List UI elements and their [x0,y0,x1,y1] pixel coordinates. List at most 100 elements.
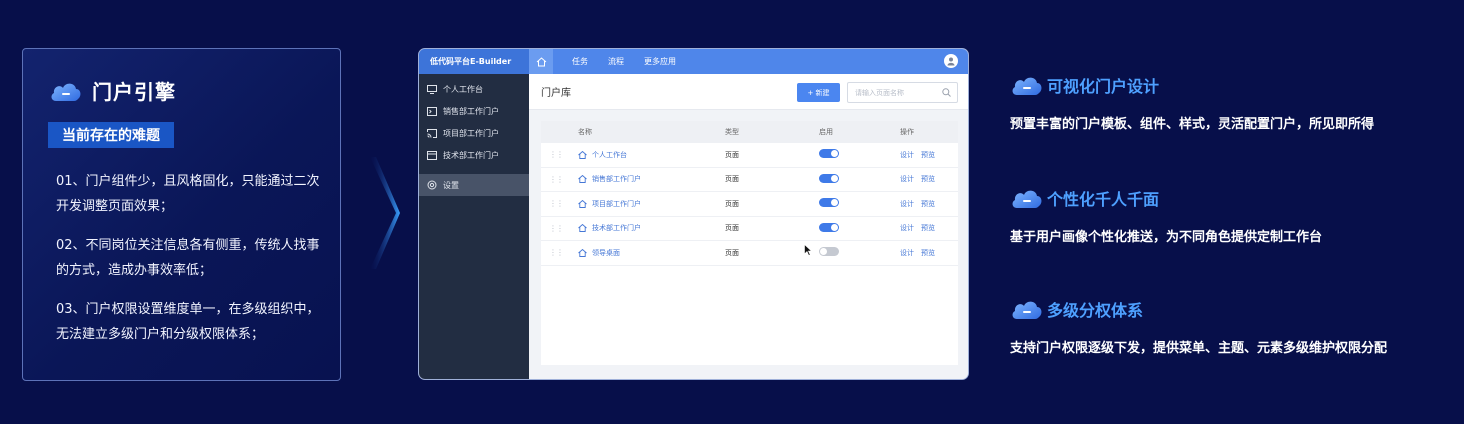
row-name[interactable]: 销售部工作门户 [578,174,641,184]
table-row[interactable]: ⋮⋮ 技术部工作门户 页面 设计 预览 [541,217,958,241]
main-content: 门户库 + 新建 请输入页面名称 名称 类型 启用 操作 ⋮⋮ 个人工作台 页面 [529,74,968,379]
row-type: 页面 [725,248,739,257]
row-type: 页面 [725,175,739,184]
col-type: 类型 [725,128,739,136]
row-name-label: 个人工作台 [592,150,627,159]
feature-header: 多级分权体系 [1010,296,1387,322]
table-header: 名称 类型 启用 操作 [541,121,958,143]
gear-icon [427,180,437,190]
page-title: 门户库 [541,88,571,99]
drag-handle-icon[interactable]: ⋮⋮ [549,199,564,208]
sidebar-item-label: 个人工作台 [443,84,483,94]
problems-panel: 门户引擎 当前存在的难题 01、门户组件少，且风格固化，只能通过二次开发调整页面… [22,48,341,381]
design-link[interactable]: 设计 [900,175,914,183]
home-icon [578,224,587,233]
toggle-on[interactable] [819,173,839,183]
nav-more-apps[interactable]: 更多应用 [644,56,676,67]
new-button[interactable]: + 新建 [797,83,840,102]
design-link[interactable]: 设计 [900,249,914,257]
row-name-label: 项目部工作门户 [592,199,641,208]
toggle-on[interactable] [819,149,839,159]
table-row[interactable]: ⋮⋮ 个人工作台 页面 设计 预览 [541,143,958,168]
drag-handle-icon[interactable]: ⋮⋮ [549,175,564,184]
row-name-label: 领导桌面 [592,248,620,257]
row-actions: 设计 预览 [900,223,942,233]
design-link[interactable]: 设计 [900,151,914,159]
home-icon [578,199,587,208]
feature-multilevel: 多级分权体系 支持门户权限逐级下发，提供菜单、主题、元素多级维护权限分配 [1010,296,1387,356]
chevron-right-icon [370,157,400,269]
top-bar: 低代码平台E-Builder 任务 流程 更多应用 [419,49,968,74]
panel-header: 门户引擎 [49,76,176,105]
sidebar-item-label: 销售部工作门户 [443,106,499,116]
drag-handle-icon[interactable]: ⋮⋮ [549,150,564,159]
avatar[interactable] [944,54,958,68]
col-actions: 操作 [900,128,914,136]
search-icon[interactable] [942,88,951,97]
drag-handle-icon[interactable]: ⋮⋮ [549,248,564,257]
nav-tasks[interactable]: 任务 [572,56,588,67]
app-window: 低代码平台E-Builder 任务 流程 更多应用 个人工作台 销售部工作门户 … [418,48,969,380]
table-row[interactable]: ⋮⋮ 项目部工作门户 页面 设计 预览 [541,192,958,217]
problem-item: 01、门户组件少，且风格固化，只能通过二次开发调整页面效果； [56,174,320,214]
cloud-icon [1012,190,1042,208]
enable-toggle[interactable] [819,222,839,234]
row-name[interactable]: 个人工作台 [578,150,627,160]
main-header: 门户库 + 新建 请输入页面名称 [529,74,968,110]
enable-toggle[interactable] [819,173,839,185]
preview-link[interactable]: 预览 [921,249,935,257]
feature-title: 多级分权体系 [1047,301,1144,320]
home-button[interactable] [529,49,553,74]
row-actions: 设计 预览 [900,199,942,209]
col-enabled: 启用 [819,128,833,136]
toggle-on[interactable] [819,222,839,232]
sidebar-item-label: 技术部工作门户 [443,150,499,160]
row-type: 页面 [725,150,739,159]
sidebar-item-label: 项目部工作门户 [443,128,499,138]
enable-toggle[interactable] [819,247,839,258]
design-link[interactable]: 设计 [900,200,914,208]
search-placeholder: 请输入页面名称 [855,88,904,97]
row-type: 页面 [725,224,739,233]
sidebar-item-project[interactable]: 项目部工作门户 [419,122,529,144]
drag-handle-icon[interactable]: ⋮⋮ [549,224,564,233]
cloud-icon [51,83,81,101]
preview-link[interactable]: 预览 [921,175,935,183]
problem-item: 02、不同岗位关注信息各有侧重，传统人找事的方式，造成办事效率低； [56,238,320,278]
monitor-icon [427,84,437,94]
preview-link[interactable]: 预览 [921,200,935,208]
sidebar-item-label: 设置 [443,180,459,190]
problems-list: 01、门户组件少，且风格固化，只能通过二次开发调整页面效果； 02、不同岗位关注… [56,169,326,361]
feature-header: 个性化千人千面 [1010,185,1322,211]
cast-icon [427,128,437,138]
row-name[interactable]: 领导桌面 [578,248,620,258]
row-name[interactable]: 技术部工作门户 [578,223,641,233]
sidebar-item-personal[interactable]: 个人工作台 [419,78,529,100]
row-actions: 设计 预览 [900,248,942,258]
row-actions: 设计 预览 [900,150,942,160]
sidebar-item-settings[interactable]: 设置 [419,174,529,196]
design-link[interactable]: 设计 [900,224,914,232]
sidebar-item-sales[interactable]: 销售部工作门户 [419,100,529,122]
window-icon [427,150,437,160]
preview-link[interactable]: 预览 [921,224,935,232]
row-name[interactable]: 项目部工作门户 [578,199,641,209]
home-icon [578,175,587,184]
feature-desc: 预置丰富的门户模板、组件、样式，灵活配置门户，所见即所得 [1010,117,1375,132]
table-row[interactable]: ⋮⋮ 销售部工作门户 页面 设计 预览 [541,168,958,192]
nav-process[interactable]: 流程 [608,56,624,67]
row-actions: 设计 预览 [900,174,942,184]
enable-toggle[interactable] [819,149,839,160]
feature-desc: 支持门户权限逐级下发，提供菜单、主题、元素多级维护权限分配 [1010,341,1388,356]
terminal-icon [427,106,437,116]
table-row[interactable]: ⋮⋮ 领导桌面 页面 设计 预览 [541,241,958,266]
enable-toggle[interactable] [819,198,839,209]
search-input[interactable]: 请输入页面名称 [847,82,958,103]
problems-tag: 当前存在的难题 [48,122,174,148]
toggle-off[interactable] [819,247,839,257]
row-name-label: 销售部工作门户 [592,175,641,184]
toggle-on[interactable] [819,198,839,208]
preview-link[interactable]: 预览 [921,151,935,159]
sidebar-item-tech[interactable]: 技术部工作门户 [419,144,529,166]
user-icon [947,57,955,66]
